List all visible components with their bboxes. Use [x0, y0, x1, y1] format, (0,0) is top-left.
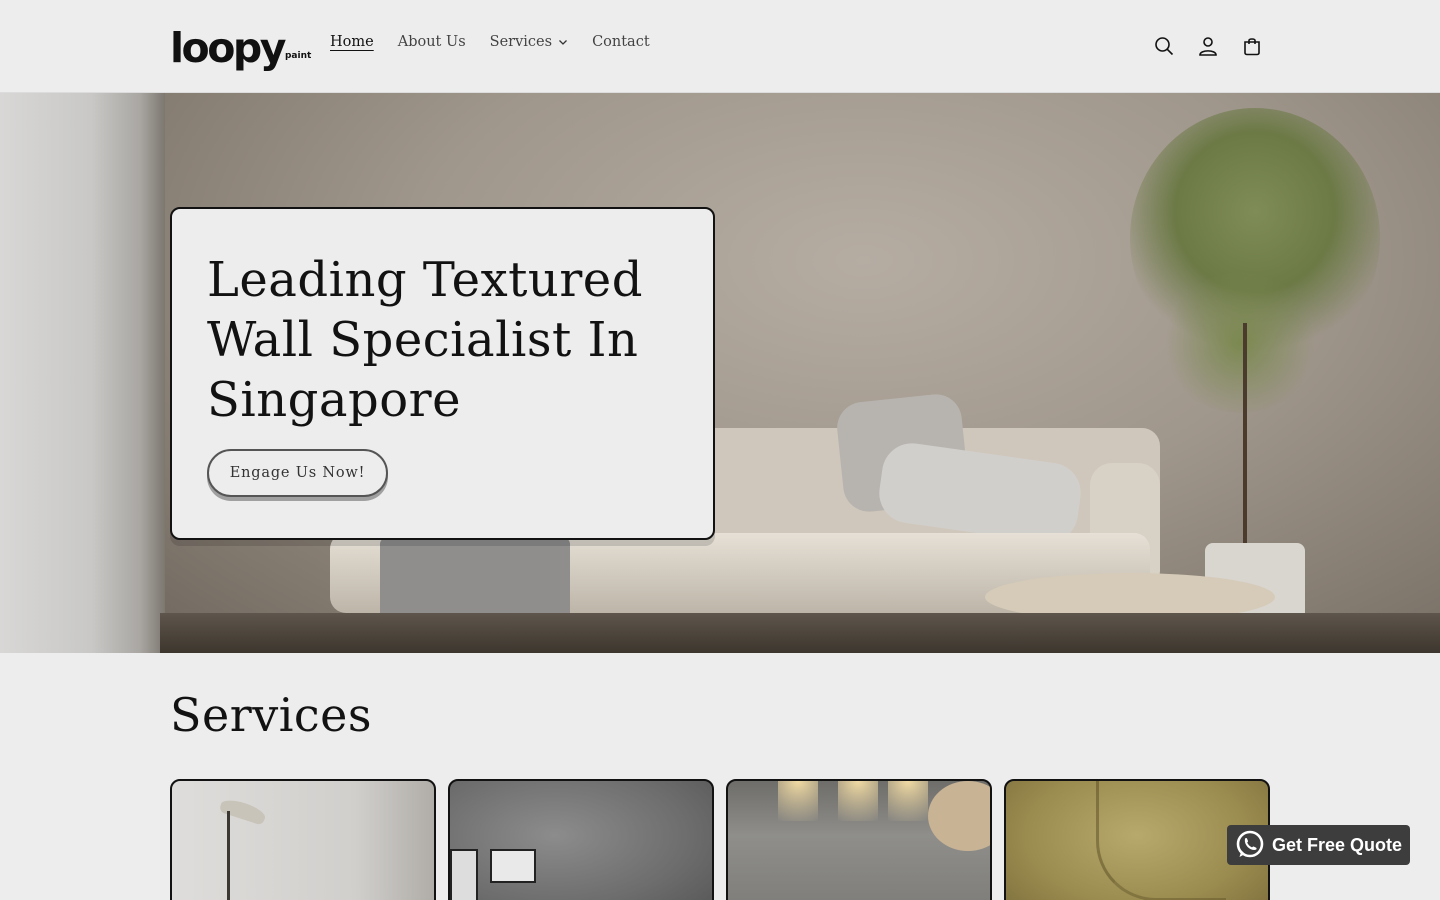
nav-item-home[interactable]: Home [318, 34, 386, 50]
nav-item-about-us[interactable]: About Us [386, 34, 478, 50]
get-free-quote-button[interactable]: Get Free Quote [1227, 825, 1410, 865]
engage-us-button[interactable]: Engage Us Now! [207, 449, 388, 497]
pendant-lamp-image [928, 781, 990, 851]
service-card-3[interactable] [726, 779, 992, 900]
service-card-2[interactable] [448, 779, 714, 900]
cart-icon[interactable] [1230, 24, 1274, 68]
nav-item-contact[interactable]: Contact [580, 34, 662, 50]
lamp-stem-image [227, 811, 230, 900]
wall-frame-image-2 [490, 849, 536, 883]
hero-image-plant-leaves [1160, 273, 1320, 413]
chevron-down-icon [559, 40, 568, 45]
hero-image-floor [160, 613, 1440, 653]
logo-subtext: paint [284, 51, 312, 61]
account-icon[interactable] [1186, 24, 1230, 68]
nav-item-services[interactable]: Services [478, 34, 580, 50]
service-card-1[interactable] [170, 779, 436, 900]
hero-title: Leading Textured Wall Specialist In Sing… [207, 252, 643, 428]
wall-frame-image [450, 849, 478, 900]
lamp-image [218, 796, 268, 826]
hero-image-left-wall [0, 93, 165, 653]
logo[interactable]: loopy paint [170, 24, 312, 72]
spotlight-image-3 [888, 781, 928, 821]
spotlight-image-2 [838, 781, 878, 821]
services-heading: Services [170, 688, 373, 742]
hero-image-plant-trunk [1243, 323, 1247, 553]
header-icons [1142, 24, 1274, 68]
nav-item-services-label: Services [489, 34, 553, 50]
main-nav: Home About Us Services Contact [318, 34, 662, 50]
get-free-quote-label: Get Free Quote [1272, 834, 1403, 855]
texture-pattern-image [1096, 781, 1226, 900]
search-icon[interactable] [1142, 24, 1186, 68]
whatsapp-icon [1236, 830, 1264, 858]
logo-wordmark: loopy [170, 24, 286, 72]
site-header: loopy paint Home About Us Services Conta… [0, 0, 1440, 93]
spotlight-image [778, 781, 818, 821]
